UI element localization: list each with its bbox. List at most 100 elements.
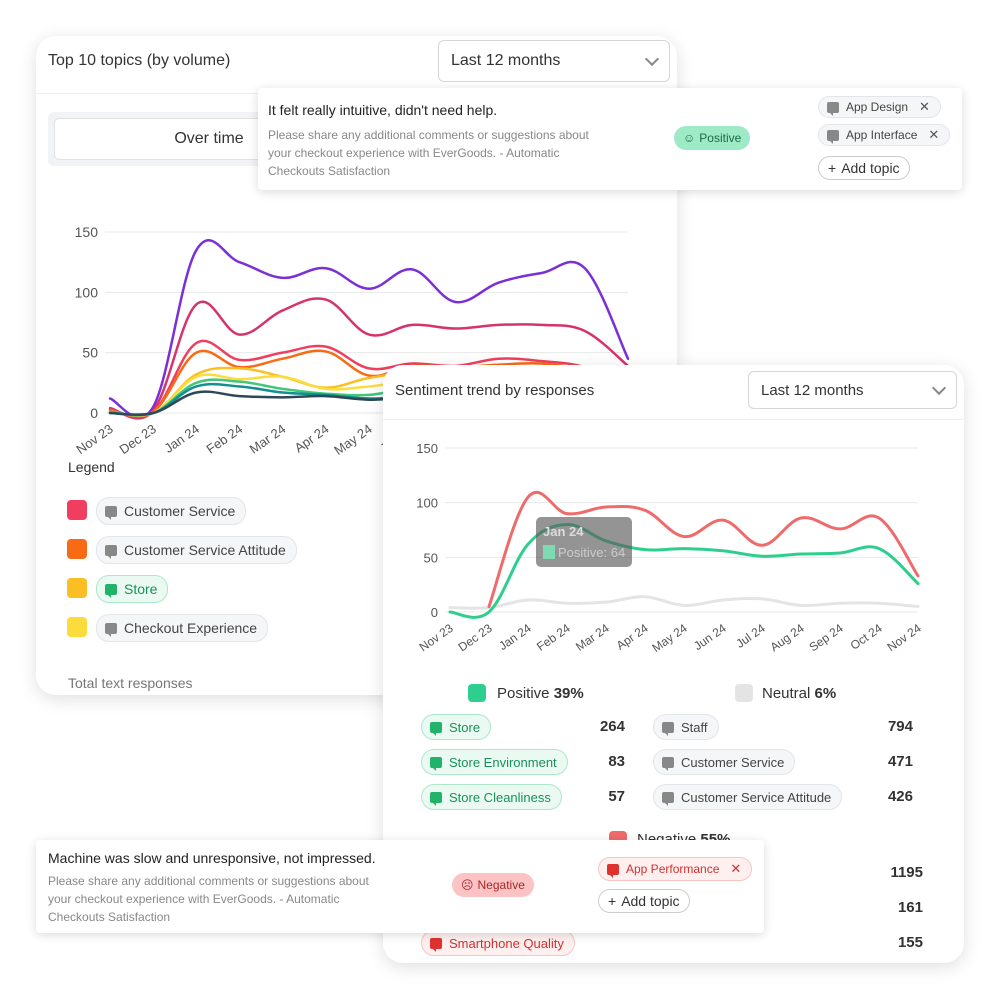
neutral-swatch [735, 684, 753, 702]
x-tick-label: Feb 24 [534, 621, 573, 654]
count: 1195 [890, 864, 923, 881]
legend-item[interactable]: Customer Service [96, 497, 247, 525]
response-question: Please share any additional comments or … [268, 128, 589, 178]
topic-tag[interactable]: App Design ✕ [818, 96, 941, 118]
count: 264 [599, 718, 625, 735]
topic-pill[interactable]: Smartphone Quality [421, 930, 575, 956]
smile-icon: ☺ [683, 131, 696, 145]
tooltip-title: Jan 24 [543, 524, 584, 539]
x-tick-label: Nov 23 [417, 621, 456, 654]
plus-icon: + [828, 160, 837, 176]
topic-tag[interactable]: App Interface ✕ [818, 124, 951, 146]
y-tick-label: 50 [424, 550, 438, 565]
x-tick-label: May 24 [649, 621, 690, 655]
legend-swatch [67, 500, 87, 520]
topic-pill[interactable]: Store Environment [421, 749, 568, 775]
response-card-positive: It felt really intuitive, didn't need he… [258, 88, 962, 190]
y-tick-label: 100 [75, 284, 99, 300]
positive-swatch [468, 684, 486, 702]
sentiment-line-chart: 050100150Nov 23 Dec 23 Jan 24 Feb 24 Mar 24 A… [416, 441, 924, 655]
happy-chat-icon [430, 756, 442, 771]
legend-item[interactable]: Checkout Experience [96, 614, 269, 642]
y-tick-label: 150 [75, 224, 99, 240]
count: 161 [897, 899, 923, 916]
divider [383, 419, 964, 420]
x-tick-label: Nov 23 [73, 421, 115, 457]
legend-item[interactable]: Customer Service Attitude [96, 536, 297, 564]
x-tick-label: Aug 24 [768, 621, 807, 654]
sentiment-title: Sentiment trend by responses [395, 382, 595, 399]
chat-icon [105, 544, 117, 559]
positive-header: Positive 39% [497, 685, 584, 702]
legend-swatch [67, 578, 87, 598]
x-tick-label: Nov 24 [885, 621, 924, 654]
x-tick-label: Mar 24 [247, 421, 289, 456]
response-text: Machine was slow and unresponsive, not i… [48, 850, 376, 866]
tooltip-swatch [543, 545, 555, 559]
topic-tag[interactable]: App Performance ✕ [598, 857, 753, 881]
count: 426 [887, 788, 913, 805]
y-tick-label: 0 [90, 405, 98, 421]
happy-chat-icon [430, 791, 442, 806]
range-dropdown[interactable]: Last 12 months [438, 40, 670, 82]
count: 794 [887, 718, 913, 735]
chat-icon [662, 721, 674, 736]
plus-icon: + [608, 893, 617, 909]
range-dropdown[interactable]: Last 12 months [748, 371, 957, 409]
chat-icon [662, 756, 674, 771]
legend-swatch [67, 539, 87, 559]
legend-item[interactable]: Store [96, 575, 169, 603]
tooltip-value: Positive: 64 [558, 545, 625, 560]
x-tick-label: Apr 24 [292, 421, 332, 455]
topic-pill[interactable]: Store [421, 714, 492, 740]
happy-chat-icon [105, 583, 117, 598]
response-card-negative: Machine was slow and unresponsive, not i… [36, 840, 764, 933]
neutral-header: Neutral 6% [762, 685, 837, 702]
y-tick-label: 150 [416, 441, 438, 456]
chevron-down-icon [644, 51, 660, 66]
alert-icon [430, 937, 442, 952]
series-line-neutral [448, 595, 920, 610]
tab-label: Over time [174, 130, 244, 147]
count: 155 [897, 934, 923, 951]
x-tick-label: Jan 24 [161, 421, 202, 456]
x-tick-label: Jan 24 [496, 621, 534, 653]
response-text: It felt really intuitive, didn't need he… [268, 102, 498, 118]
x-tick-label: Sep 24 [807, 621, 846, 654]
topic-pill[interactable]: Store Cleanliness [421, 784, 562, 810]
remove-icon[interactable]: ✕ [928, 127, 939, 143]
legend-swatch [67, 617, 87, 637]
range-value: Last 12 months [761, 381, 864, 399]
chat-icon [105, 505, 117, 520]
chevron-down-icon [931, 380, 947, 395]
chat-icon [662, 791, 674, 806]
response-question: Please share any additional comments or … [48, 874, 369, 924]
count: 471 [887, 753, 913, 770]
frown-icon: ☹ [461, 878, 474, 892]
sentiment-badge-negative: ☹ Negative [452, 873, 534, 897]
range-value: Last 12 months [451, 52, 561, 69]
alert-icon [607, 863, 619, 878]
x-tick-label: Apr 24 [614, 621, 651, 653]
happy-chat-icon [430, 721, 442, 736]
topics-title: Top 10 topics (by volume) [48, 52, 231, 69]
legend-title: Legend [68, 459, 115, 475]
remove-icon[interactable]: ✕ [919, 99, 930, 115]
y-tick-label: 0 [431, 605, 438, 620]
topic-pill[interactable]: Staff [653, 714, 719, 740]
topic-pill[interactable]: Customer Service [653, 749, 796, 775]
y-tick-label: 100 [416, 496, 438, 511]
add-topic-button[interactable]: + Add topic [598, 889, 690, 913]
add-topic-button[interactable]: + Add topic [818, 156, 910, 180]
chat-icon [827, 129, 839, 144]
x-tick-label: Jun 24 [691, 621, 729, 653]
count: 57 [608, 788, 625, 805]
x-tick-label: Oct 24 [848, 621, 885, 653]
x-tick-label: May 24 [331, 421, 375, 458]
x-tick-label: Jul 24 [733, 621, 768, 651]
chat-icon [827, 101, 839, 116]
topic-pill[interactable]: Customer Service Attitude [653, 784, 843, 810]
x-tick-label: Feb 24 [203, 421, 245, 457]
remove-icon[interactable]: ✕ [730, 861, 741, 877]
footer-label: Total text responses [68, 675, 193, 691]
